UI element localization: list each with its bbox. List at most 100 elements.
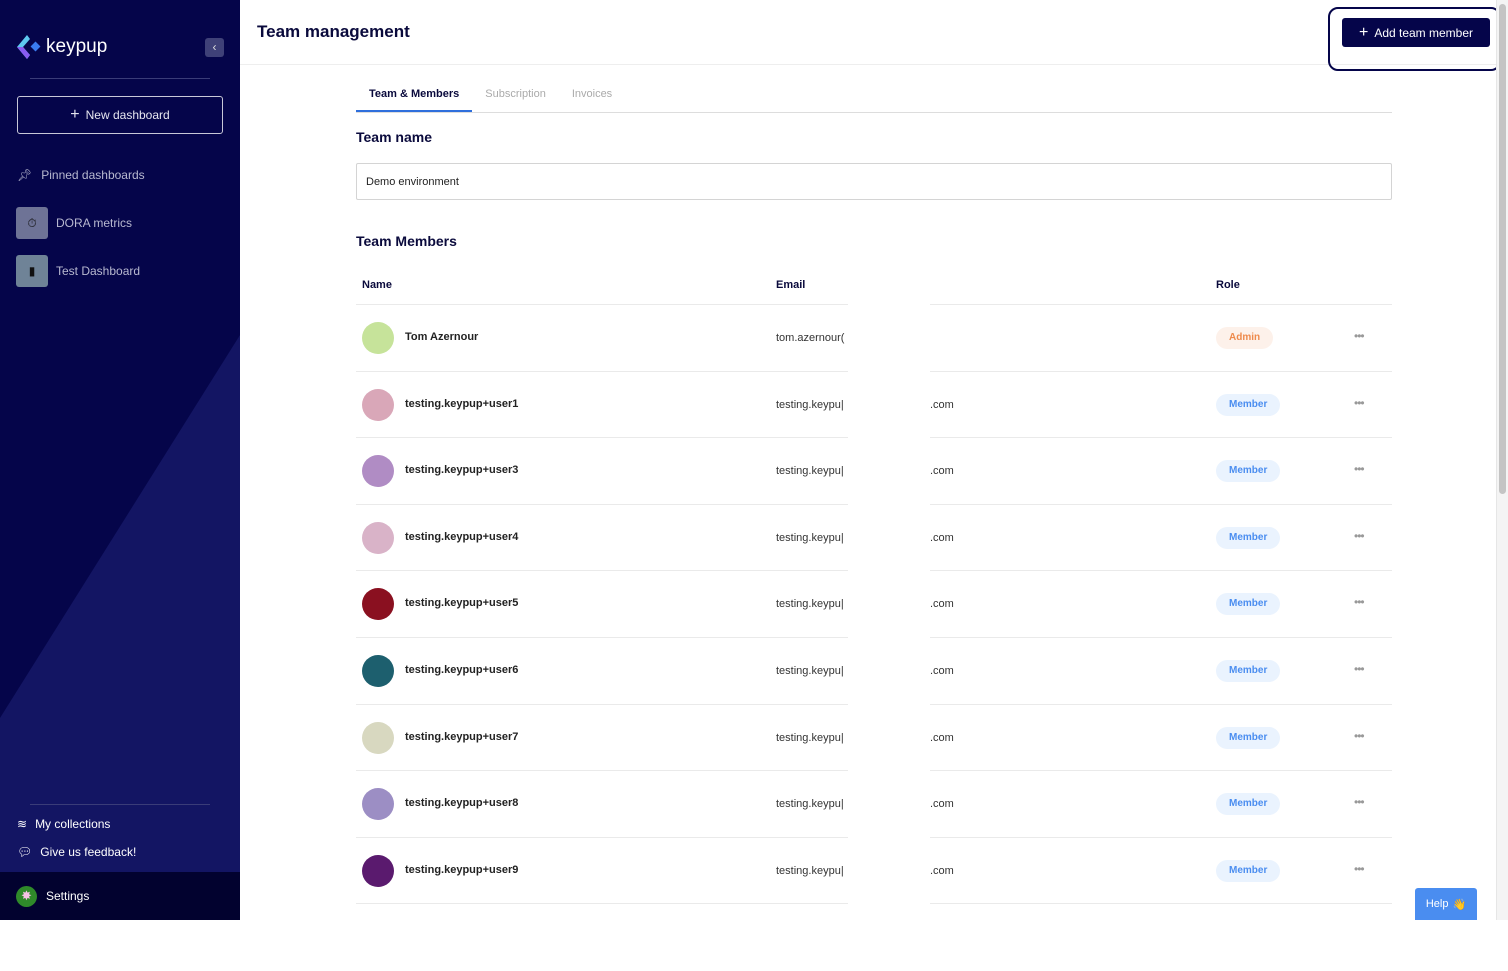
avatar: [362, 588, 394, 621]
redaction-box: [848, 570, 930, 639]
plus-icon: +: [1358, 23, 1369, 41]
member-email: testing.keypu|: [776, 731, 844, 744]
pinned-dashboards-label: 📌︎ Pinned dashboards: [17, 168, 145, 182]
member-email: testing.keypu|: [776, 398, 844, 411]
pinned-label-text: Pinned dashboards: [41, 168, 145, 182]
logo[interactable]: keypup: [16, 34, 107, 60]
role-badge: Member: [1216, 593, 1281, 616]
role-badge: Member: [1216, 793, 1281, 816]
member-name: testing.keypup+user9: [405, 863, 519, 876]
chat-bubble-icon: 💬︎: [17, 845, 33, 859]
member-email-domain: .com: [930, 465, 954, 478]
tabs: Team & Members Subscription Invoices: [356, 80, 1392, 113]
member-email: testing.keypu|: [776, 598, 844, 611]
help-button[interactable]: Help 👋: [1415, 888, 1477, 920]
column-header-name: Name: [362, 279, 392, 291]
member-email-domain: .com: [930, 398, 954, 411]
column-header-role: Role: [1216, 279, 1240, 291]
member-email: testing.keypu|: [776, 665, 844, 677]
add-team-member-label: Add team member: [1374, 25, 1474, 40]
avatar: [362, 655, 394, 687]
avatar: [362, 788, 394, 821]
role-badge: Member: [1216, 660, 1281, 682]
role-badge: Member: [1216, 726, 1281, 749]
add-team-member-focus-ring: + Add team member: [1328, 7, 1501, 71]
page-header: Team management + Add team member: [240, 0, 1501, 71]
dashboard-label: Test Dashboard: [56, 264, 141, 278]
sidebar-item-dora-metrics[interactable]: ⏱ DORA metrics: [16, 207, 132, 239]
layers-icon: ≋: [17, 817, 28, 831]
feedback-link[interactable]: 💬︎ Give us feedback!: [17, 845, 136, 859]
table-row: testing.keypup+user5 testing.keypu| .com…: [356, 570, 1392, 639]
more-options-icon[interactable]: •••: [1354, 795, 1365, 809]
redaction-box: [848, 304, 930, 372]
tab-subscription[interactable]: Subscription: [472, 80, 559, 112]
tab-invoices[interactable]: Invoices: [559, 80, 625, 112]
avatar: [362, 322, 394, 354]
member-name: Tom Azernour: [405, 331, 479, 343]
dashboard-label: DORA metrics: [56, 216, 133, 230]
redaction-box: [848, 370, 930, 439]
stopwatch-icon: ⏱: [16, 207, 48, 239]
plus-icon: +: [70, 106, 80, 123]
new-dashboard-button[interactable]: + New dashboard: [17, 96, 223, 134]
role-badge: Admin: [1216, 327, 1274, 349]
user-avatar: ✸: [16, 885, 37, 907]
settings-link[interactable]: ✸ Settings: [0, 872, 240, 920]
table-row: testing.keypup+user1 testing.keypu| .com…: [356, 370, 1392, 439]
tab-team-members[interactable]: Team & Members: [356, 80, 473, 112]
team-name-input[interactable]: [356, 163, 1392, 200]
more-options-icon[interactable]: •••: [1354, 396, 1365, 410]
role-badge: Member: [1216, 859, 1281, 882]
brand-name: keypup: [46, 36, 108, 57]
help-label: Help: [1425, 898, 1449, 910]
more-options-icon[interactable]: •••: [1354, 595, 1365, 609]
member-email-domain: .com: [930, 598, 954, 611]
collections-label: My collections: [35, 817, 111, 831]
redaction-box: [848, 503, 930, 572]
more-options-icon[interactable]: •••: [1354, 462, 1365, 476]
redaction-box: [848, 903, 930, 971]
more-options-icon[interactable]: •••: [1354, 529, 1365, 543]
redaction-box: [848, 836, 930, 905]
scrollbar[interactable]: [1496, 0, 1508, 920]
more-options-icon[interactable]: •••: [1354, 662, 1365, 676]
role-badge: Member: [1216, 460, 1281, 483]
my-collections-link[interactable]: ≋ My collections: [17, 817, 110, 831]
member-email: testing.keypu|: [776, 531, 844, 544]
member-name: testing.keypup+user3: [405, 464, 519, 477]
table-row: testing.keypup+user3 testing.keypu| .com…: [356, 437, 1392, 506]
table-row: testing.keypup+user9 testing.keypu| .com…: [356, 836, 1392, 905]
redaction-box: [848, 437, 930, 506]
sidebar-item-test-dashboard[interactable]: ▮ Test Dashboard: [16, 255, 140, 287]
collapse-sidebar-button[interactable]: ‹: [205, 38, 224, 57]
redaction-box: [848, 637, 930, 705]
add-team-member-button[interactable]: + Add team member: [1342, 18, 1490, 47]
more-options-icon[interactable]: •••: [1354, 329, 1365, 343]
member-email-domain: .com: [930, 731, 954, 744]
avatar: [362, 388, 394, 421]
team-name-heading: Team name: [356, 129, 432, 145]
member-email-domain: .com: [930, 864, 954, 877]
redaction-box: [848, 703, 930, 772]
column-header-email: Email: [776, 279, 806, 291]
member-name: testing.keypup+user8: [405, 797, 519, 810]
scrollbar-thumb[interactable]: [1499, 4, 1506, 494]
member-name: testing.keypup+user5: [405, 597, 519, 610]
feedback-label: Give us feedback!: [40, 845, 137, 859]
role-badge: Member: [1216, 526, 1281, 549]
member-email-domain: .com: [930, 665, 954, 677]
member-name: testing.keypup+user1: [405, 397, 519, 410]
page-title: Team management: [257, 22, 410, 41]
avatar: [362, 521, 394, 554]
team-members-heading: Team Members: [356, 233, 457, 249]
more-options-icon[interactable]: •••: [1354, 862, 1365, 876]
table-row: testing.keypup+user7 testing.keypu| .com…: [356, 703, 1392, 772]
member-email: testing.keypu|: [776, 465, 844, 478]
table-row: Tom Azernour tom.azernour( Admin •••: [356, 304, 1392, 372]
table-row: [356, 903, 1392, 971]
table-row: testing.keypup+user4 testing.keypu| .com…: [356, 503, 1392, 572]
member-email-domain: .com: [930, 531, 954, 544]
more-options-icon[interactable]: •••: [1354, 729, 1365, 743]
member-name: testing.keypup+user6: [405, 664, 519, 676]
